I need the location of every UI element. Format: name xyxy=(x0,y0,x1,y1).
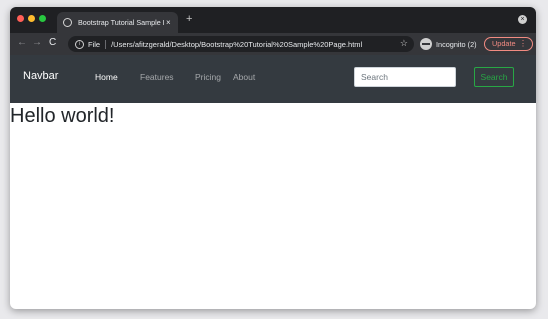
page-heading: Hello world! xyxy=(10,105,115,127)
scheme-label: File xyxy=(88,39,101,49)
forward-button[interactable]: → xyxy=(32,37,42,48)
tab-bar: Bootstrap Tutorial Sample Page × + × xyxy=(10,7,536,33)
nav-link-features[interactable]: Features xyxy=(140,72,174,82)
window-close-icon[interactable]: × xyxy=(518,15,527,24)
navbar-brand[interactable]: Navbar xyxy=(23,70,58,82)
maximize-window-control[interactable] xyxy=(39,15,46,22)
browser-window: Bootstrap Tutorial Sample Page × + × ← →… xyxy=(10,7,536,309)
site-navbar: Navbar Home Features Pricing About Searc… xyxy=(10,55,536,103)
page-favicon-icon xyxy=(63,18,72,27)
tab-close-icon[interactable]: × xyxy=(166,18,171,27)
back-button[interactable]: ← xyxy=(17,37,27,48)
update-button[interactable]: Update ⋮ xyxy=(484,37,533,51)
url-text[interactable]: /Users/afitzgerald/Desktop/Bootstrap%20T… xyxy=(111,40,362,49)
nav-link-pricing[interactable]: Pricing xyxy=(195,72,221,82)
nav-link-about[interactable]: About xyxy=(233,72,255,82)
minimize-window-control[interactable] xyxy=(28,15,35,22)
incognito-label[interactable]: Incognito (2) xyxy=(436,40,477,49)
close-window-control[interactable] xyxy=(17,15,24,22)
search-button[interactable]: Search xyxy=(474,67,514,87)
tab-active[interactable]: Bootstrap Tutorial Sample Page × xyxy=(57,12,178,33)
address-divider xyxy=(105,39,107,49)
info-icon[interactable]: i xyxy=(75,39,84,49)
bookmark-star-icon[interactable]: ☆ xyxy=(400,38,408,49)
tab-title: Bootstrap Tutorial Sample Page xyxy=(78,18,164,27)
incognito-icon[interactable] xyxy=(420,38,432,50)
address-bar[interactable]: i File /Users/afitzgerald/Desktop/Bootst… xyxy=(68,36,414,52)
menu-icon[interactable]: ⋮ xyxy=(519,38,527,50)
nav-link-home[interactable]: Home xyxy=(95,72,118,82)
browser-toolbar: ← → C i File /Users/afitzgerald/Desktop/… xyxy=(10,33,536,55)
search-input[interactable] xyxy=(354,67,456,87)
reload-button[interactable]: C xyxy=(49,37,56,48)
update-label: Update xyxy=(492,39,516,48)
new-tab-button[interactable]: + xyxy=(186,13,192,25)
